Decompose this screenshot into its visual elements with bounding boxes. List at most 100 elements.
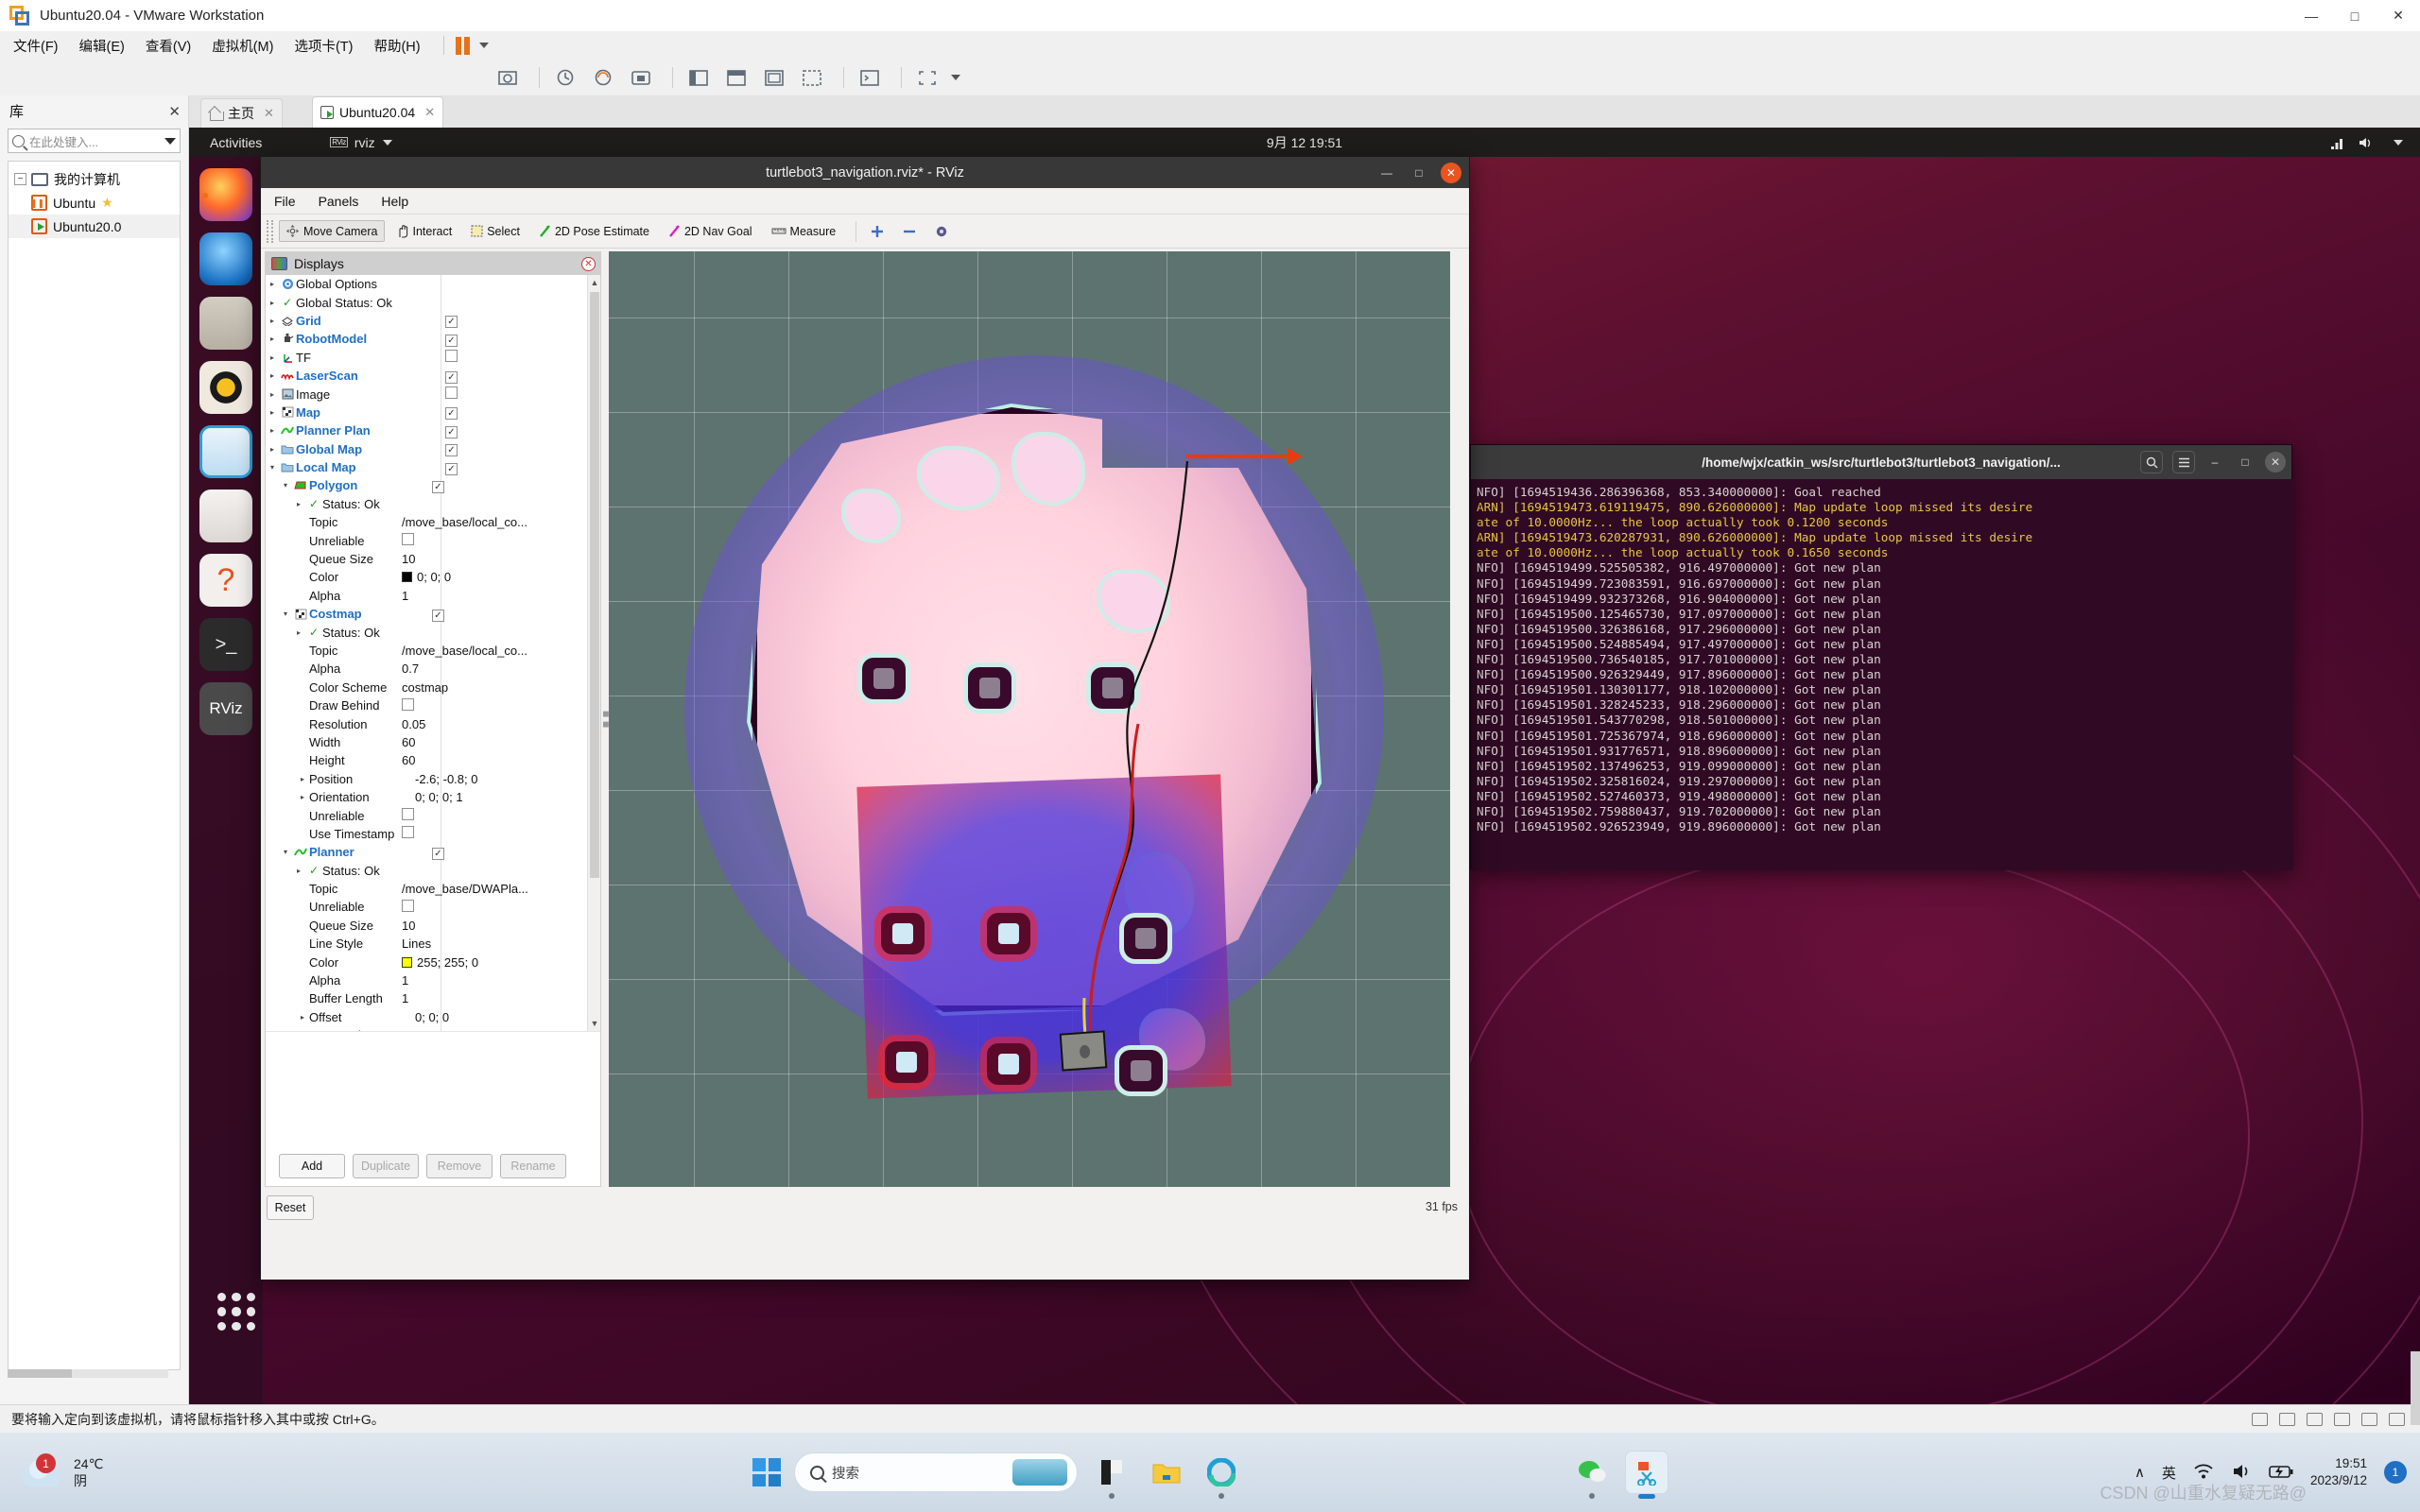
menu-help[interactable]: 帮助(H) xyxy=(373,36,420,56)
expander-icon[interactable]: ▸ xyxy=(296,775,309,783)
favorite-star-icon[interactable]: ★ xyxy=(101,195,113,211)
tool-select[interactable]: Select xyxy=(464,221,527,242)
property-value[interactable]: /move_base/local_co... xyxy=(402,515,527,529)
property-row-queue-size[interactable]: Queue Size 10 xyxy=(266,550,600,568)
page-scrollbar[interactable] xyxy=(2411,1351,2420,1425)
tool-measure[interactable]: Measure xyxy=(765,221,843,242)
property-row-color-scheme[interactable]: Color Scheme costmap xyxy=(266,679,600,696)
notification-center-badge[interactable]: 1 xyxy=(2384,1461,2407,1484)
close-icon[interactable]: ✕ xyxy=(168,103,181,120)
display-row-global-options[interactable]: ▸ Global Options xyxy=(266,275,600,293)
display-checkbox[interactable]: ✓ xyxy=(432,845,444,860)
maximize-icon[interactable]: □ xyxy=(2235,452,2256,472)
expander-icon[interactable]: ▾ xyxy=(279,610,292,618)
rviz-icon[interactable]: RViz xyxy=(199,682,252,735)
display-row-costmap[interactable]: ▾ Costmap ✓ xyxy=(266,605,600,623)
tab-home[interactable]: 主页 ✕ xyxy=(200,98,283,128)
display-row-image[interactable]: ▸ Image xyxy=(266,385,600,403)
tool-interact[interactable]: Interact xyxy=(390,220,459,242)
pause-icon[interactable] xyxy=(455,36,470,55)
property-row-unreliable[interactable]: Unreliable xyxy=(266,806,600,824)
property-row-use-timestamp[interactable]: Use Timestamp xyxy=(266,825,600,843)
start-icon[interactable] xyxy=(752,1458,781,1486)
expander-icon[interactable]: ▸ xyxy=(266,408,279,417)
property-value[interactable]: 1 xyxy=(402,973,408,988)
property-row-alpha[interactable]: Alpha 0.7 xyxy=(266,660,600,678)
expander-icon[interactable]: ▸ xyxy=(292,628,305,637)
property-value[interactable]: costmap xyxy=(402,680,448,695)
maximize-icon[interactable]: □ xyxy=(2333,0,2377,31)
property-row-queue-size[interactable]: Queue Size 10 xyxy=(266,917,600,935)
ubuntu-clock[interactable]: 9月 12 19:51 xyxy=(1267,133,1342,152)
add-tool-icon[interactable] xyxy=(864,221,890,242)
reset-button[interactable]: Reset xyxy=(267,1195,314,1220)
property-value[interactable]: 0; 0; 0; 1 xyxy=(415,790,463,804)
weather-widget[interactable]: 1 24℃ 阴 xyxy=(21,1453,103,1491)
wechat-icon[interactable] xyxy=(1571,1452,1613,1499)
property-row-line-style[interactable]: Line Style Lines xyxy=(266,935,600,953)
close-icon[interactable]: ✕ xyxy=(424,105,435,120)
add-button[interactable]: Add xyxy=(279,1154,345,1178)
property-row-topic[interactable]: Topic /move_base/local_co... xyxy=(266,513,600,531)
property-value[interactable]: /move_base/local_co... xyxy=(402,644,527,658)
display-row-polygon[interactable]: ▾ Polygon ✓ xyxy=(266,476,600,494)
taskbar-clock[interactable]: 19:51 2023/9/12 xyxy=(2310,1455,2367,1489)
property-value[interactable]: 0.05 xyxy=(402,717,425,731)
property-value[interactable]: /move_base/DWAPla... xyxy=(402,882,528,896)
chevron-down-icon[interactable] xyxy=(164,137,176,145)
rviz-menu-panels[interactable]: Panels xyxy=(319,194,359,209)
minimize-icon[interactable]: – xyxy=(2204,452,2225,472)
display-row-map[interactable]: ▸ Map ✓ xyxy=(266,404,600,421)
layout-dual-icon[interactable] xyxy=(720,64,752,91)
property-checkbox[interactable] xyxy=(402,826,414,841)
rviz-menu-file[interactable]: File xyxy=(274,194,296,209)
close-icon[interactable]: ✕ xyxy=(1441,162,1461,183)
property-checkbox[interactable] xyxy=(402,533,414,548)
tree-item-my-computer[interactable]: − 我的计算机 xyxy=(9,167,180,191)
property-value[interactable]: 1 xyxy=(402,991,408,1005)
scroll-up-icon[interactable]: ▲ xyxy=(588,275,601,290)
display-row-planner[interactable]: ▾ Planner ✓ xyxy=(266,843,600,861)
dropdown-caret-icon[interactable] xyxy=(478,43,489,48)
property-row-offset[interactable]: ▸ Offset 0; 0; 0 xyxy=(266,1008,600,1026)
menu-tabs[interactable]: 选项卡(T) xyxy=(294,36,353,56)
property-row-alpha[interactable]: Alpha 1 xyxy=(266,971,600,989)
property-row-topic[interactable]: Topic /move_base/DWAPla... xyxy=(266,880,600,898)
minimize-icon[interactable]: — xyxy=(1376,163,1397,183)
thunderbird-icon[interactable] xyxy=(199,232,252,285)
search-input[interactable]: 搜索 xyxy=(794,1452,1078,1492)
expander-icon[interactable]: ▸ xyxy=(266,390,279,399)
display-checkbox[interactable] xyxy=(445,387,458,402)
expander-icon[interactable]: ▸ xyxy=(266,353,279,362)
search-icon[interactable] xyxy=(2140,451,2163,473)
revert-icon[interactable] xyxy=(549,64,581,91)
display-row-planner-plan[interactable]: ▸ Planner Plan ✓ xyxy=(266,421,600,439)
scrollbar-thumb[interactable] xyxy=(590,292,599,878)
rviz-3d-view[interactable] xyxy=(609,251,1450,1187)
usb-device-icon[interactable] xyxy=(2307,1412,2323,1426)
property-value[interactable]: 1 xyxy=(402,589,408,603)
help-icon[interactable]: ? xyxy=(199,554,252,607)
display-checkbox[interactable]: ✓ xyxy=(445,404,458,421)
expander-icon[interactable]: ▸ xyxy=(296,1013,309,1022)
rviz-menu-help[interactable]: Help xyxy=(381,194,408,209)
property-checkbox[interactable] xyxy=(402,697,414,713)
display-checkbox[interactable]: ✓ xyxy=(432,478,444,493)
ubuntu-software-icon[interactable] xyxy=(199,490,252,542)
display-row-polygon-status[interactable]: ▸ ✓ Status: Ok xyxy=(266,495,600,513)
property-row-orientation[interactable]: ▸ Orientation 0; 0; 0; 1 xyxy=(266,788,600,806)
property-row-height[interactable]: Height 60 xyxy=(266,751,600,769)
display-row-planner-status[interactable]: ▸ ✓ Status: Ok xyxy=(266,862,600,880)
capture-icon[interactable] xyxy=(625,64,657,91)
lenovo-icon[interactable] xyxy=(1091,1452,1132,1499)
snapshot-manager-icon[interactable] xyxy=(587,64,619,91)
expander-icon[interactable]: ▸ xyxy=(266,445,279,454)
libreoffice-writer-icon[interactable] xyxy=(199,425,252,478)
property-row-position[interactable]: ▸ Position -2.6; -0.8; 0 xyxy=(266,770,600,788)
library-horizontal-scrollbar[interactable] xyxy=(8,1369,168,1378)
ubuntu-system-tray[interactable] xyxy=(2329,136,2403,149)
show-applications-icon[interactable] xyxy=(210,1285,263,1338)
terminal-icon[interactable]: >_ xyxy=(199,618,252,671)
files-icon[interactable] xyxy=(199,297,252,350)
file-explorer-icon[interactable] xyxy=(1146,1452,1187,1493)
